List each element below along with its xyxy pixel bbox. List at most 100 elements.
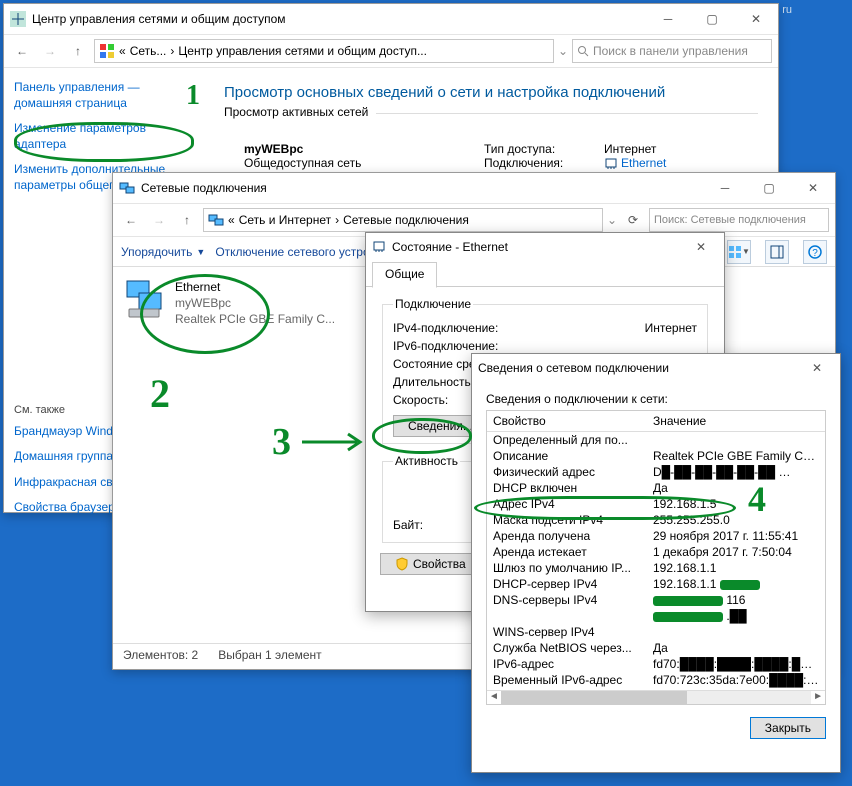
view-mode-button[interactable]: ▼	[727, 240, 751, 264]
nc-crumb-a[interactable]: Сеть и Интернет	[239, 213, 331, 227]
detail-value: 255.255.255.0	[647, 512, 825, 528]
details-row[interactable]: Определенный для по...	[487, 432, 825, 448]
detail-value: 116	[647, 592, 825, 608]
minimize-button[interactable]: ─	[646, 4, 690, 34]
access-value: Интернет	[604, 142, 656, 156]
nc-close-button[interactable]: ✕	[791, 173, 835, 203]
status-title: Состояние - Ethernet	[392, 240, 508, 254]
desktop-hint: ru	[782, 4, 792, 16]
search-input[interactable]: Поиск в панели управления	[572, 39, 772, 63]
access-key: Тип доступа:	[484, 142, 604, 156]
detail-key	[487, 608, 647, 624]
item-count: Элементов: 2	[123, 648, 198, 662]
nc-up-button[interactable]: ↑	[175, 208, 199, 232]
organize-menu[interactable]: Упорядочить ▼	[121, 245, 205, 259]
details-row[interactable]: Шлюз по умолчанию IP...192.168.1.1	[487, 560, 825, 576]
close-details-button[interactable]: Закрыть	[750, 717, 826, 739]
help-button[interactable]: ?	[803, 240, 827, 264]
tab-general[interactable]: Общие	[372, 262, 437, 288]
details-row[interactable]: Служба NetBIOS через...Да	[487, 640, 825, 656]
details-row[interactable]: DNS-серверы IPv4 116	[487, 592, 825, 608]
detail-key: DNS-серверы IPv4	[487, 592, 647, 608]
details-row[interactable]: ОписаниеRealtek PCIe GBE Family Controll…	[487, 448, 825, 464]
crumb-page[interactable]: Центр управления сетями и общим доступ..…	[178, 44, 427, 58]
preview-pane-button[interactable]	[765, 240, 789, 264]
details-row[interactable]: WINS-сервер IPv4	[487, 624, 825, 640]
detail-value: Да	[647, 640, 825, 656]
detail-key: Адрес IPv4	[487, 496, 647, 512]
details-close-button[interactable]: ✕	[800, 355, 834, 381]
detail-key	[487, 688, 647, 690]
details-row[interactable]: Адрес IPv4192.168.1.5	[487, 496, 825, 512]
detail-key: Шлюз по умолчанию IP...	[487, 560, 647, 576]
nc-minimize-button[interactable]: ─	[703, 173, 747, 203]
ethernet-icon	[604, 156, 618, 170]
detail-key: Аренда получена	[487, 528, 647, 544]
network-type: Общедоступная сеть	[244, 156, 484, 170]
details-row[interactable]: DHCP включенДа	[487, 480, 825, 496]
back-button[interactable]: ←	[10, 39, 34, 63]
breadcrumb[interactable]: « Сеть... › Центр управления сетями и об…	[94, 39, 554, 63]
properties-button[interactable]: Свойства	[380, 553, 481, 575]
details-row[interactable]: Физический адресD█-██-██-██-██-██	[487, 464, 825, 480]
details-row[interactable]	[487, 688, 825, 690]
active-nets-label: Просмотр активных сетей	[224, 105, 376, 119]
sidebar-home[interactable]: Панель управления — домашняя страница	[14, 80, 194, 111]
nc-breadcrumb[interactable]: « Сеть и Интернет › Сетевые подключения	[203, 208, 603, 232]
detail-value: .██	[647, 608, 825, 624]
detail-value: 1 декабря 2017 г. 7:50:04	[647, 544, 825, 560]
detail-key: IPv6-адрес	[487, 656, 647, 672]
adapter-ethernet[interactable]: Ethernet myWEBpc Realtek PCIe GBE Family…	[121, 275, 371, 332]
details-row[interactable]: IPv6-адресfd70:████:████:████:████:c1e	[487, 656, 825, 672]
detail-value: 192.168.1.5	[647, 496, 825, 512]
detail-key: Физический адрес	[487, 464, 647, 480]
detail-key: Определенный для по...	[487, 432, 647, 448]
details-grid: Свойство Значение Определенный для по...…	[486, 410, 826, 705]
nc-back-button[interactable]: ←	[119, 208, 143, 232]
detail-value: D█-██-██-██-██-██	[647, 464, 825, 480]
connections-key: Подключения:	[484, 156, 604, 170]
nc-maximize-button[interactable]: ▢	[747, 173, 791, 203]
h-scrollbar[interactable]: ◄►	[487, 690, 825, 704]
activity-group-label: Активность	[393, 454, 460, 468]
detail-key: Описание	[487, 448, 647, 464]
ipv4-conn-key: IPv4-подключение:	[393, 321, 543, 335]
selection-count: Выбран 1 элемент	[218, 648, 321, 662]
detail-value: Realtek PCIe GBE Family Controller	[647, 448, 825, 464]
nc-refresh-button[interactable]: ⟳	[621, 208, 645, 232]
forward-button[interactable]: →	[38, 39, 62, 63]
status-titlebar: Состояние - Ethernet ✕	[366, 233, 724, 261]
page-title: Просмотр основных сведений о сети и наст…	[224, 84, 758, 101]
detail-key: Временный IPv6-адрес	[487, 672, 647, 688]
detail-value	[647, 688, 825, 690]
details-row[interactable]: Аренда получена29 ноября 2017 г. 11:55:4…	[487, 528, 825, 544]
nc-forward-button[interactable]: →	[147, 208, 171, 232]
adapter-name: Ethernet	[175, 279, 335, 295]
nc-search-input[interactable]: Поиск: Сетевые подключения	[649, 208, 829, 232]
crumb-root[interactable]: Сеть...	[130, 44, 167, 58]
details-row[interactable]: Временный IPv6-адресfd70:723c:35da:7e00:…	[487, 672, 825, 688]
details-row[interactable]: .██	[487, 608, 825, 624]
details-row[interactable]: DHCP-сервер IPv4192.168.1.1	[487, 576, 825, 592]
nc-crumb-b[interactable]: Сетевые подключения	[343, 213, 469, 227]
close-button[interactable]: ✕	[734, 4, 778, 34]
details-row[interactable]: Маска подсети IPv4255.255.255.0	[487, 512, 825, 528]
nav-row: ← → ↑ « Сеть... › Центр управления сетям…	[4, 34, 778, 68]
details-row[interactable]: Аренда истекает1 декабря 2017 г. 7:50:04	[487, 544, 825, 560]
connection-link[interactable]: Ethernet	[621, 156, 666, 170]
maximize-button[interactable]: ▢	[690, 4, 734, 34]
status-close-button[interactable]: ✕	[684, 234, 718, 260]
nc-title: Сетевые подключения	[141, 181, 267, 195]
adapter-device: Realtek PCIe GBE Family C...	[175, 311, 335, 327]
search-icon	[577, 45, 589, 57]
up-button[interactable]: ↑	[66, 39, 90, 63]
detail-key: DHCP-сервер IPv4	[487, 576, 647, 592]
status-tabs: Общие	[366, 261, 724, 287]
network-center-icon	[10, 11, 26, 27]
ipv4-conn-value: Интернет	[543, 321, 697, 335]
detail-value	[647, 624, 825, 640]
sidebar-adapter-settings[interactable]: Изменение параметров адаптера	[14, 121, 194, 152]
titlebar: Центр управления сетями и общим доступом…	[4, 4, 778, 34]
dialog-connection-details: Сведения о сетевом подключении ✕ Сведени…	[471, 353, 841, 773]
detail-key: Служба NetBIOS через...	[487, 640, 647, 656]
